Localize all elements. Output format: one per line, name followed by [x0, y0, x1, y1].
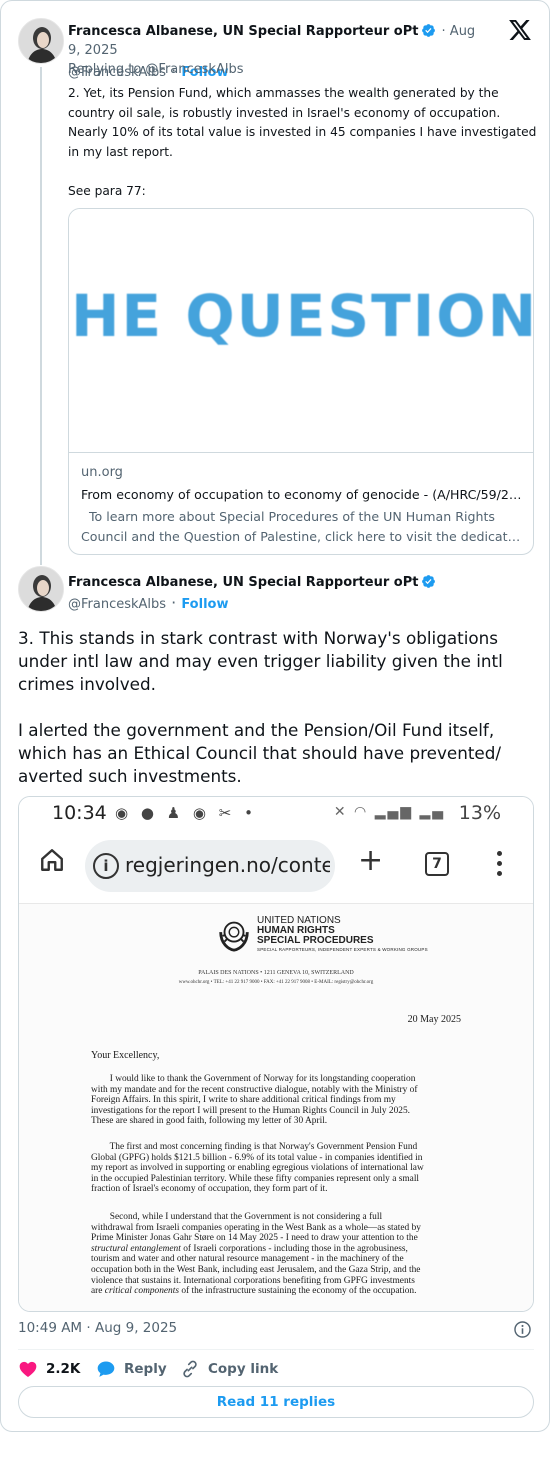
letter-line: Prime Minister Jonas Gahr Støre on 14 Ma…	[91, 1233, 418, 1244]
info-icon: i	[93, 853, 119, 879]
tweet1-text: 2. Yet, its Pension Fund, which ammasses…	[68, 84, 538, 202]
letter-line: Global (GPFG) holds $121.5 billion - 6.9…	[91, 1152, 423, 1163]
copy-link-label: Copy link	[208, 1361, 279, 1377]
new-tab-icon: +	[358, 843, 384, 878]
letter-date: 20 May 2025	[407, 1014, 461, 1025]
copy-link-button[interactable]: Copy link	[180, 1357, 278, 1381]
letter-paragraph-3: Second, while I understand that the Gove…	[91, 1212, 461, 1297]
letter-line: in the occupied Palestinian territory. W…	[91, 1173, 420, 1184]
link-preview-image[interactable]: HE QUESTION	[69, 209, 533, 453]
tweet2-text: 3. This stands in stark contrast with No…	[18, 627, 534, 811]
reply-bubble-icon	[97, 1361, 115, 1377]
heart-icon	[19, 1361, 37, 1377]
tab-count: 7	[425, 852, 449, 876]
reply-button[interactable]: Reply	[96, 1357, 167, 1381]
link-title: From economy of occupation to economy of…	[81, 487, 527, 502]
divider	[18, 1349, 534, 1350]
phone-status-bar: 10:34 ◉ ● ♟ ◉ ✂ • ✕ ◠ ▂▄▆ ▂▄ 13%	[19, 797, 533, 831]
letter-line: investigations for the report I will pre…	[91, 1105, 410, 1116]
action-bar: 2.2K Reply Copy link	[18, 1357, 534, 1381]
letter-line: I would like to thank the Government of …	[91, 1074, 416, 1084]
status-time: 10:34	[52, 802, 107, 824]
un-emblem-icon	[219, 921, 249, 952]
link-icon	[183, 1360, 197, 1378]
author-name[interactable]: Francesca Albanese, UN Special Rapporteu…	[68, 575, 418, 590]
letter-line: tourism and water and other natural reso…	[91, 1254, 404, 1265]
avatar[interactable]	[18, 18, 64, 64]
verified-badge-icon	[422, 575, 436, 588]
contact-line: www.ohchr.org • TEL: +41 22 917 9000 • F…	[178, 980, 374, 985]
letterhead-line: SPECIAL PROCEDURES	[257, 935, 374, 946]
letter-line: withdrawal from Israeli companies operat…	[91, 1222, 421, 1233]
letter-line: Second, while I understand that the Gove…	[91, 1212, 383, 1222]
home-icon	[41, 849, 63, 871]
attached-screenshot[interactable]: 10:34 ◉ ● ♟ ◉ ✂ • ✕ ◠ ▂▄▆ ▂▄ 13% i regje…	[18, 796, 534, 1312]
url-text: regjeringen.no/conte	[125, 853, 330, 877]
letter-line: are critical components of the infrastru…	[91, 1286, 417, 1297]
replying-to[interactable]: Replying to @FranceskAlbs	[68, 62, 243, 77]
browser-toolbar: i regjeringen.no/conte + 7	[19, 831, 533, 903]
tweet1-line: country oil sale, is robustly invested i…	[68, 105, 501, 120]
verified-badge-icon	[422, 24, 436, 37]
author-name[interactable]: Francesca Albanese, UN Special Rapporteu…	[68, 24, 418, 39]
more-menu-icon	[497, 851, 503, 877]
like-button[interactable]: 2.2K	[18, 1357, 80, 1381]
letter-paragraph-1: I would like to thank the Government of …	[91, 1074, 461, 1127]
x-logo-icon[interactable]	[509, 20, 531, 40]
tweet2-paragraph: 3. This stands in stark contrast with No…	[18, 628, 503, 694]
letter-line: violence that sustains it. International…	[91, 1275, 415, 1286]
tweet2-paragraph: I alerted the government and the Pension…	[18, 720, 502, 786]
letter-line: occupation both in the West Bank, includ…	[91, 1264, 421, 1275]
tweet1-line: Nearly 10% of its total value is investe…	[68, 125, 537, 140]
letter-paragraph-2: The first and most concerning finding is…	[91, 1142, 461, 1195]
url-bar: i regjeringen.no/conte	[85, 840, 335, 892]
follow-button[interactable]: Follow	[181, 597, 228, 612]
salutation: Your Excellency,	[91, 1050, 160, 1061]
tweet-card: Francesca Albanese, UN Special Rapporteu…	[0, 0, 550, 1432]
link-domain: un.org	[81, 465, 123, 480]
link-description: To learn more about Special Procedures o…	[81, 507, 527, 546]
letter-line: structural entanglement of Israeli corpo…	[91, 1243, 408, 1254]
author-handle[interactable]: @FranceskAlbs	[68, 597, 166, 612]
letter-document: UNITED NATIONS HUMAN RIGHTS SPECIAL PROC…	[19, 903, 533, 1311]
notification-icons: ◉ ● ♟ ◉ ✂ •	[115, 804, 257, 822]
letter-line: The first and most concerning finding is…	[91, 1142, 418, 1152]
tweet1-line: See para 77:	[68, 183, 146, 198]
address-line: PALAIS DES NATIONS • 1211 GENEVA 10, SWI…	[198, 970, 354, 976]
read-replies-button[interactable]: Read 11 replies	[18, 1386, 534, 1418]
signal-icons: ✕ ◠ ▂▄▆ ▂▄	[333, 804, 445, 820]
link-description-line: To learn more about Special Procedures o…	[81, 509, 495, 524]
letter-line: These are shared in good faith, followin…	[91, 1116, 328, 1127]
link-description-line: Council and the Question of Palestine, c…	[81, 528, 527, 544]
battery-level: 13%	[458, 802, 501, 824]
link-preview-image-text: HE QUESTION	[71, 282, 533, 350]
letter-line: Foreign Affairs. In this spirit, I write…	[91, 1095, 396, 1106]
letter-line: fraction of Israel's economy of occupati…	[91, 1184, 328, 1195]
letterhead-line: SPECIAL RAPPORTEURS, INDEPENDENT EXPERTS…	[257, 947, 428, 952]
letterhead: UNITED NATIONS HUMAN RIGHTS SPECIAL PROC…	[257, 916, 428, 953]
tweet1-line: 2. Yet, its Pension Fund, which ammasses…	[68, 86, 499, 100]
tweet2-header: Francesca Albanese, UN Special Rapporteu…	[68, 571, 488, 612]
letter-line: with my mandate and for the recent const…	[91, 1084, 418, 1095]
letter-line: my report as involved in supporting or e…	[91, 1163, 424, 1174]
reply-label: Reply	[124, 1361, 167, 1377]
info-icon[interactable]	[513, 1320, 532, 1339]
thread-line	[40, 67, 42, 565]
like-count: 2.2K	[46, 1361, 81, 1377]
link-preview-card[interactable]: HE QUESTION un.org From economy of occup…	[68, 208, 534, 555]
tweet1-line: in my last report.	[68, 144, 173, 159]
tweet-timestamp[interactable]: 10:49 AM · Aug 9, 2025	[18, 1320, 177, 1336]
avatar[interactable]	[18, 566, 64, 612]
